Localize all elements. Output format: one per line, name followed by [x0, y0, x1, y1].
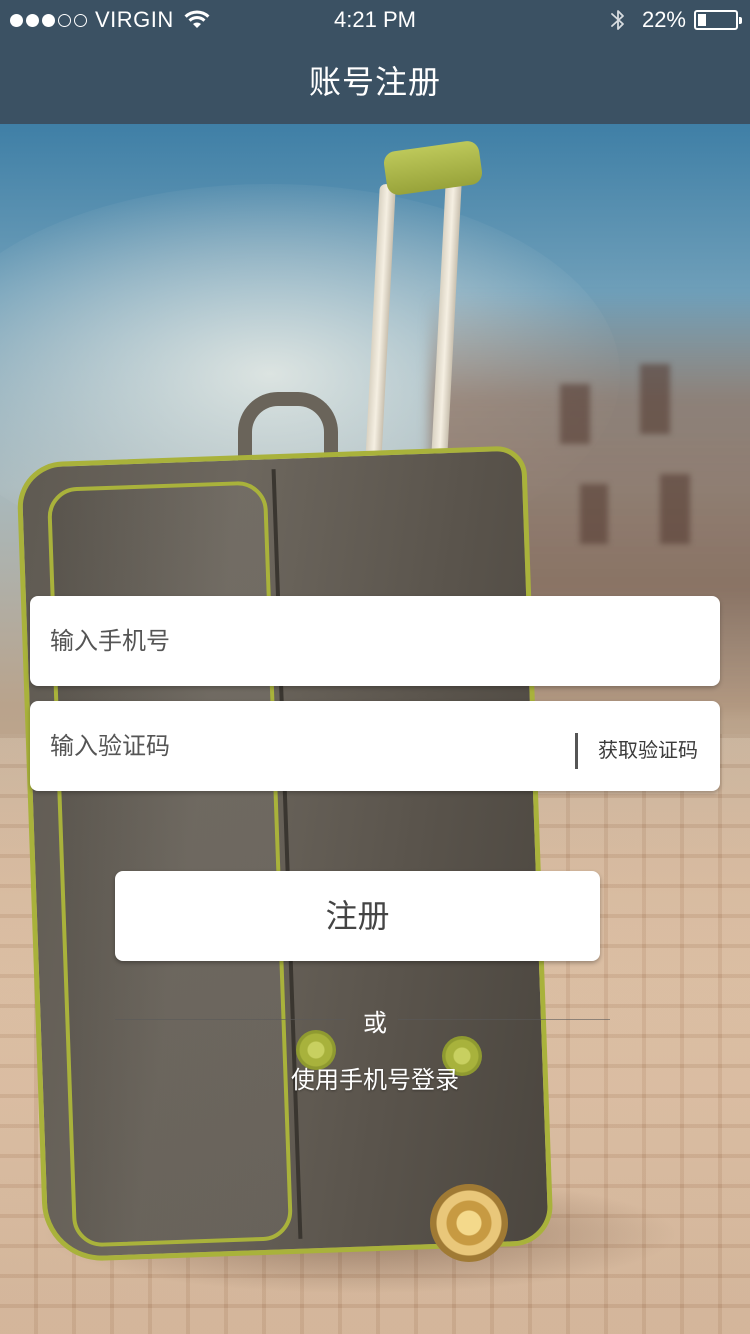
status-right: 22%: [610, 7, 742, 33]
register-button[interactable]: 注册: [115, 871, 600, 961]
phone-field[interactable]: [30, 596, 720, 686]
building-window: [580, 484, 608, 544]
building-window: [560, 384, 590, 444]
divider-line-right: [398, 1019, 610, 1020]
code-field[interactable]: 获取验证码: [30, 701, 720, 791]
page-title: 账号注册: [308, 63, 441, 101]
trolley-handle: [382, 139, 484, 197]
or-divider: 或: [115, 1000, 610, 1040]
field-divider: [575, 733, 578, 769]
divider-line-left: [115, 1019, 345, 1020]
battery-icon: [694, 10, 742, 30]
get-code-button[interactable]: 获取验证码: [588, 701, 708, 791]
building-window: [660, 474, 690, 544]
building-window: [640, 364, 670, 434]
verification-code-input[interactable]: [50, 701, 570, 791]
nav-bar: 账号注册: [0, 40, 750, 124]
or-label: 或: [363, 1009, 387, 1037]
battery-percent: 22%: [641, 7, 686, 32]
phone-input[interactable]: [50, 596, 700, 686]
status-bar: VIRGIN 4:21 PM 22%: [0, 0, 750, 40]
suitcase-wheel: [430, 1184, 508, 1262]
phone-login-link[interactable]: 使用手机号登录: [0, 1060, 750, 1095]
bluetooth-icon: [611, 10, 624, 30]
